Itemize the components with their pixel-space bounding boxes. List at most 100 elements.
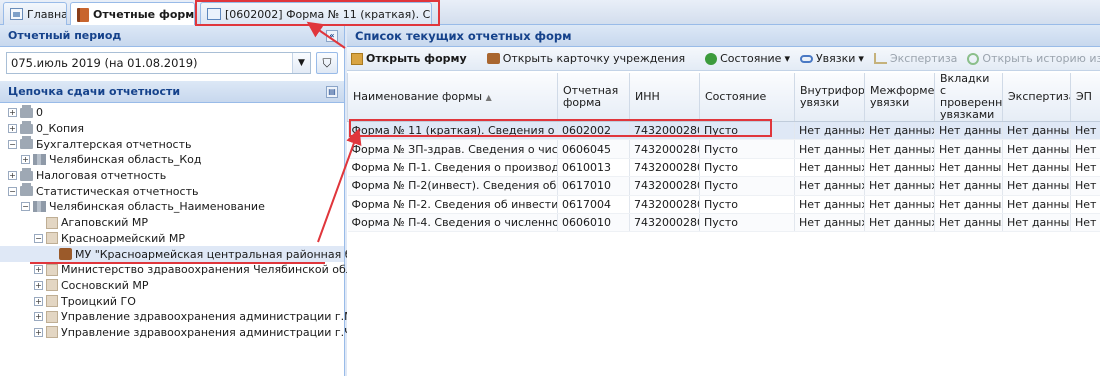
dropdown-arrow-icon: ▾ [858, 52, 864, 65]
column-label: Наименование формы [353, 89, 483, 103]
building-icon [46, 263, 58, 276]
cell-intra: Нет данных [794, 158, 865, 178]
table-row[interactable]: Форма № ЗП-здрав. Сведения о численн...0… [347, 139, 1100, 159]
expand-icon[interactable]: + [34, 296, 43, 306]
column-header-ep[interactable]: ЭП [1070, 73, 1100, 122]
cell-code: 0606010 [557, 213, 630, 233]
expand-icon[interactable]: + [21, 155, 30, 165]
column-header-checked-tabs[interactable]: Вкладки с проверенн... увязками [934, 73, 1003, 122]
period-title: Отчетный период [8, 29, 122, 42]
column-header-intra-links[interactable]: Внутрифор... увязки [794, 73, 865, 122]
briefcase-icon [486, 53, 500, 64]
tree-node[interactable]: − Статистическая отчетность [0, 183, 344, 199]
print-icon[interactable]: ▤ [326, 86, 338, 98]
period-row: 075.июль 2019 (на 01.08.2019) ▼ ⛉ [0, 47, 344, 79]
tab-form-11[interactable]: [0602002] Форма № 11 (краткая). Сведе...… [200, 2, 432, 25]
filter-button[interactable]: ⛉ [316, 52, 338, 74]
cell-inn: 7432000280 [629, 158, 700, 178]
cell-code: 0617004 [557, 195, 630, 214]
cell-exp: Нет данных [1002, 213, 1071, 233]
open-card-button[interactable]: Открыть карточку учреждения [486, 52, 685, 65]
expertise-button[interactable]: Экспертиза [873, 52, 957, 65]
cell-tabs: Нет данных [934, 121, 1003, 141]
expand-icon[interactable]: + [34, 327, 43, 337]
state-menu-button[interactable]: Состояние ▾ [705, 52, 790, 65]
chevron-down-icon[interactable]: ▼ [292, 53, 310, 73]
cell-ep: Нет д [1070, 195, 1100, 214]
collapse-icon[interactable]: « [326, 30, 338, 42]
links-menu-button[interactable]: Увязки ▾ [799, 52, 864, 65]
book-icon [77, 7, 89, 22]
table-row[interactable]: Форма № П-1. Сведения о производстве ...… [347, 158, 1100, 178]
check-icon [705, 52, 718, 65]
expand-icon[interactable]: + [34, 312, 43, 322]
expand-icon[interactable]: + [8, 171, 17, 181]
tree-node[interactable]: − Бухгалтерская отчетность [0, 136, 344, 152]
home-icon [10, 8, 23, 20]
cell-exp: Нет данных [1002, 139, 1071, 159]
folder-icon [20, 136, 33, 150]
button-label: Увязки [815, 52, 856, 65]
tree-node-label: Министерство здравоохранения Челябинской… [61, 263, 380, 277]
collapse-icon[interactable]: − [21, 202, 30, 212]
table-row[interactable]: Форма № П-4. Сведения о численности, з..… [347, 213, 1100, 233]
tree-node[interactable]: − Челябинская область_Наименование [0, 199, 344, 215]
tab-strip: Главная Отчетные формы × [0602002] Форма… [0, 0, 1100, 26]
collapse-icon[interactable]: − [34, 233, 43, 243]
cell-ep: Нет д [1070, 176, 1100, 196]
open-form-button[interactable]: Открыть форму [351, 52, 467, 65]
tree-node[interactable]: + Троицкий ГО [0, 293, 344, 309]
tree-node-label: Красноармейский МР [61, 231, 186, 245]
expand-icon[interactable]: + [34, 280, 43, 290]
column-header-inn[interactable]: ИНН [629, 73, 700, 122]
column-header-code[interactable]: Отчетная форма [557, 73, 630, 122]
cell-code: 0610013 [557, 158, 630, 178]
tree-node[interactable]: + Налоговая отчетность [0, 167, 344, 184]
tree-node[interactable]: − Красноармейский МР [0, 231, 344, 247]
button-label: Открыть историю изменений отчетной формы [982, 52, 1100, 65]
history-button[interactable]: Открыть историю изменений отчетной формы [967, 52, 1100, 65]
column-header-state[interactable]: Состояние [699, 73, 795, 122]
cell-name: Форма № П-1. Сведения о производстве ... [347, 158, 558, 178]
table-row[interactable]: Форма № П-2(инвест). Сведения об инве...… [347, 176, 1100, 196]
sort-asc-icon: ▲ [485, 92, 492, 102]
tree-node[interactable]: + Управление здравоохранения администраци… [0, 325, 413, 341]
app-window: Главная Отчетные формы × [0602002] Форма… [0, 0, 1100, 376]
tree-node[interactable]: +0_Копия [0, 120, 344, 137]
cell-tabs: Нет данных [934, 195, 1003, 214]
tab-home[interactable]: Главная [3, 2, 67, 25]
column-header-expertise[interactable]: Экспертиза [1002, 73, 1071, 122]
cell-name: Форма № П-2. Сведения об инвестициях ... [347, 195, 558, 214]
cell-tabs: Нет данных [934, 139, 1003, 159]
cell-intra: Нет данных [794, 139, 865, 159]
cell-ep: Нет д [1070, 213, 1100, 233]
building-icon [46, 232, 58, 245]
table-row[interactable]: Форма № 11 (краткая). Сведения о налич..… [347, 121, 1100, 141]
tree-node[interactable]: + Министерство здравоохранения Челябинско… [0, 262, 379, 278]
tab-report-forms[interactable]: Отчетные формы × [70, 2, 195, 26]
cell-inter: Нет данных [864, 176, 935, 196]
tree-node[interactable]: + Управление здравоохранения администраци… [0, 309, 433, 325]
tree-node[interactable]: Агаповский МР [0, 215, 344, 231]
collapse-icon[interactable]: − [8, 139, 17, 149]
expand-icon[interactable]: + [8, 108, 17, 118]
collapse-icon[interactable]: − [8, 186, 17, 196]
table-row[interactable]: Форма № П-2. Сведения об инвестициях ...… [347, 195, 1100, 214]
cell-state: Пусто [699, 213, 795, 233]
expand-icon[interactable]: + [34, 265, 43, 275]
expand-icon[interactable]: + [8, 124, 17, 134]
tree-node[interactable]: +0 [0, 104, 344, 121]
tree-node[interactable]: + Челябинская область_Код [0, 152, 344, 168]
briefcase-icon [59, 248, 72, 261]
column-header-name[interactable]: Наименование формы ▲ [347, 73, 558, 122]
building-icon [46, 216, 58, 229]
cell-inter: Нет данных [864, 213, 935, 233]
forms-title: Список текущих отчетных форм [355, 29, 572, 43]
column-header-inter-links[interactable]: Межформе... увязки [864, 73, 935, 122]
tree-node[interactable]: МУ "Красноармейская центральная районная… [0, 246, 405, 262]
period-select[interactable]: 075.июль 2019 (на 01.08.2019) ▼ [6, 52, 311, 74]
tree-node[interactable]: + Сосновский МР [0, 278, 344, 294]
button-label: Открыть форму [366, 52, 467, 65]
tree-node-label: Агаповский МР [61, 216, 149, 230]
folder-icon [20, 183, 33, 197]
